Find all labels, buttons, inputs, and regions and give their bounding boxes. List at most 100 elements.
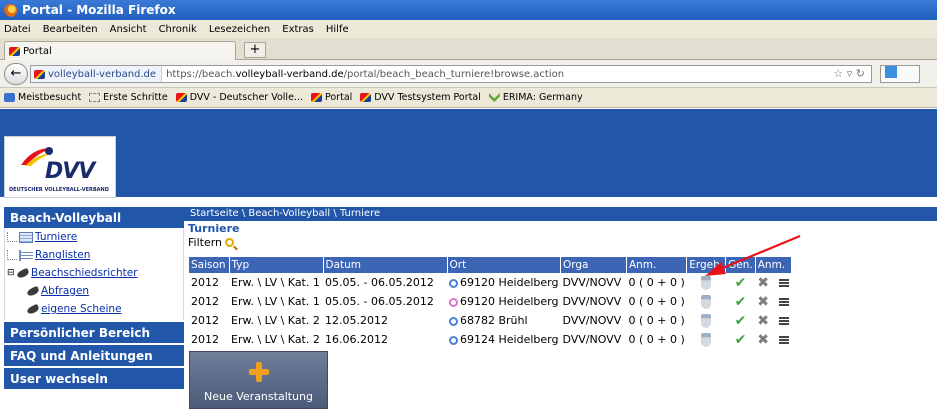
menu-bearbeiten[interactable]: Bearbeiten — [43, 24, 98, 35]
sidebar-section-persoenlicher-bereich[interactable]: Persönlicher Bereich — [4, 322, 184, 343]
checkmark-icon[interactable]: ✔ — [735, 332, 747, 348]
delete-icon[interactable]: ✖ — [757, 332, 769, 348]
medal-icon[interactable] — [701, 294, 712, 309]
details-list-icon[interactable] — [779, 279, 790, 288]
list-icon — [19, 249, 33, 261]
cell-datum: 16.06.2012 — [325, 333, 388, 346]
new-event-button[interactable]: Neue Veranstaltung — [189, 351, 328, 409]
cell-actions[interactable]: ✖ — [755, 311, 791, 330]
details-list-icon[interactable] — [779, 317, 790, 326]
table-row[interactable]: 2012 Erw. \ LV \ Kat. 1 05.05. - 06.05.201… — [189, 273, 791, 292]
cell-ergebnis[interactable] — [687, 330, 726, 349]
main-content: Startseite \ Beach-Volleyball \ Turniere… — [184, 207, 937, 409]
sidebar-item-ranglisten[interactable]: Ranglisten — [5, 246, 183, 264]
bookmark-meistbesucht[interactable]: Meistbesucht — [4, 92, 81, 103]
navigation-bar: ← volleyball-verband.de https://beach.vo… — [0, 60, 937, 88]
details-list-icon[interactable] — [779, 336, 790, 345]
dvv-favicon-icon — [310, 93, 322, 102]
checkmark-icon[interactable]: ✔ — [735, 313, 747, 329]
bookmark-erima[interactable]: ERIMA: Germany — [488, 92, 583, 103]
table-row[interactable]: 2012 Erw. \ LV \ Kat. 2 16.06.2012 69124 He… — [189, 330, 791, 349]
bookmarks-bar: Meistbesucht Erste Schritte DVV - Deutsc… — [0, 88, 937, 108]
window-title: Portal - Mozilla Firefox — [22, 3, 176, 17]
bookmark-erste-schritte[interactable]: Erste Schritte — [89, 92, 168, 103]
url-text: https://beach.volleyball-verband.de/port… — [166, 68, 565, 80]
checkmark-icon[interactable]: ✔ — [735, 294, 747, 310]
male-icon — [449, 278, 458, 288]
cell-genehmigt[interactable]: ✔ — [726, 273, 756, 292]
male-icon — [449, 335, 458, 345]
table-icon — [19, 231, 33, 243]
cell-genehmigt[interactable]: ✔ — [726, 330, 756, 349]
page-header: DVV DEUTSCHER VOLLEYBALL-VERBAND — [0, 109, 937, 198]
delete-icon[interactable]: ✖ — [757, 313, 769, 329]
cell-ergebnis[interactable] — [687, 292, 726, 311]
sidebar-item-turniere[interactable]: Turniere — [5, 228, 183, 246]
column-header-ort[interactable]: Ort — [447, 257, 561, 273]
sidebar-section-beach-volleyball[interactable]: Beach-Volleyball — [4, 207, 184, 228]
column-header-genehmigt[interactable]: Gen. — [725, 257, 756, 273]
bookmark-dvv-testsystem[interactable]: DVV Testsystem Portal — [360, 92, 481, 103]
tab-portal[interactable]: Portal — [4, 41, 236, 60]
new-tab-button[interactable]: + — [244, 42, 266, 58]
cell-ort: 68782 Brühl — [447, 311, 560, 330]
cell-orga: DVV/NOVV — [562, 276, 622, 289]
reload-icon[interactable]: ↻ — [856, 67, 865, 80]
female-icon — [449, 297, 458, 307]
dvv-logo[interactable]: DVV DEUTSCHER VOLLEYBALL-VERBAND — [4, 136, 116, 198]
dropdown-icon[interactable]: ▿ — [847, 67, 853, 80]
menu-ansicht[interactable]: Ansicht — [110, 24, 147, 35]
back-button[interactable]: ← — [4, 63, 28, 85]
menu-hilfe[interactable]: Hilfe — [326, 24, 349, 35]
menu-datei[interactable]: Datei — [4, 24, 31, 35]
sidebar: Beach-Volleyball Turniere Ranglisten ⊟ B… — [4, 207, 184, 389]
medal-icon[interactable] — [701, 332, 712, 347]
bookmark-portal[interactable]: Portal — [310, 92, 352, 103]
cell-typ: Erw. \ LV \ Kat. 2 — [231, 333, 320, 346]
sidebar-item-abfragen[interactable]: Abfragen — [5, 282, 183, 300]
bookmark-dvv[interactable]: DVV - Deutscher Volle... — [175, 92, 303, 103]
column-header-anmeldungen[interactable]: Anm. — [626, 257, 688, 273]
tab-label: Portal — [23, 45, 52, 57]
menu-extras[interactable]: Extras — [282, 24, 314, 35]
cell-datum: 05.05. - 06.05.2012 — [325, 276, 434, 289]
cell-saison: 2012 — [191, 276, 219, 289]
cell-actions[interactable]: ✖ — [755, 330, 791, 349]
filter-toggle[interactable]: Filtern — [184, 235, 937, 250]
magnifier-icon[interactable] — [225, 238, 235, 247]
delete-icon[interactable]: ✖ — [757, 275, 769, 291]
google-icon — [885, 66, 897, 78]
bookmark-star-icon[interactable]: ☆ — [833, 67, 843, 80]
delete-icon[interactable]: ✖ — [757, 294, 769, 310]
cell-ergebnis[interactable] — [687, 311, 726, 330]
cell-actions[interactable]: ✖ — [755, 292, 791, 311]
sidebar-item-beachschiedsrichter[interactable]: ⊟ Beachschiedsrichter — [5, 264, 183, 282]
column-header-ergebnis[interactable]: Ergeb. — [686, 257, 727, 273]
table-row[interactable]: 2012 Erw. \ LV \ Kat. 1 05.05. - 06.05.201… — [189, 292, 791, 311]
column-header-typ[interactable]: Typ — [229, 257, 324, 273]
site-identity[interactable]: volleyball-verband.de — [31, 66, 163, 82]
cell-actions[interactable]: ✖ — [755, 273, 791, 292]
url-bar[interactable]: volleyball-verband.de https://beach.voll… — [30, 65, 872, 83]
table-row[interactable]: 2012 Erw. \ LV \ Kat. 2 12.05.2012 68782 Br… — [189, 311, 791, 330]
sidebar-item-eigene-scheine[interactable]: eigene Scheine — [5, 300, 183, 318]
medal-icon[interactable] — [701, 275, 712, 290]
medal-icon[interactable] — [701, 313, 712, 328]
window-titlebar: Portal - Mozilla Firefox — [0, 0, 937, 20]
column-header-orga[interactable]: Orga — [560, 257, 627, 273]
sidebar-section-faq[interactable]: FAQ und Anleitungen — [4, 345, 184, 366]
column-header-anm[interactable]: Anm. — [755, 257, 792, 273]
checkmark-icon[interactable]: ✔ — [735, 275, 747, 291]
cell-ergebnis[interactable] — [687, 273, 726, 292]
sidebar-section-user-wechseln[interactable]: User wechseln — [4, 368, 184, 389]
cell-genehmigt[interactable]: ✔ — [726, 292, 756, 311]
details-list-icon[interactable] — [779, 298, 790, 307]
column-header-datum[interactable]: Datum — [323, 257, 448, 273]
cell-genehmigt[interactable]: ✔ — [726, 311, 756, 330]
menu-chronik[interactable]: Chronik — [159, 24, 197, 35]
collapse-icon[interactable]: ⊟ — [7, 268, 17, 278]
column-header-saison[interactable]: Saison — [189, 257, 230, 273]
search-engine-button[interactable] — [880, 65, 920, 83]
page-title: Turniere — [188, 222, 240, 235]
menu-lesezeichen[interactable]: Lesezeichen — [209, 24, 270, 35]
